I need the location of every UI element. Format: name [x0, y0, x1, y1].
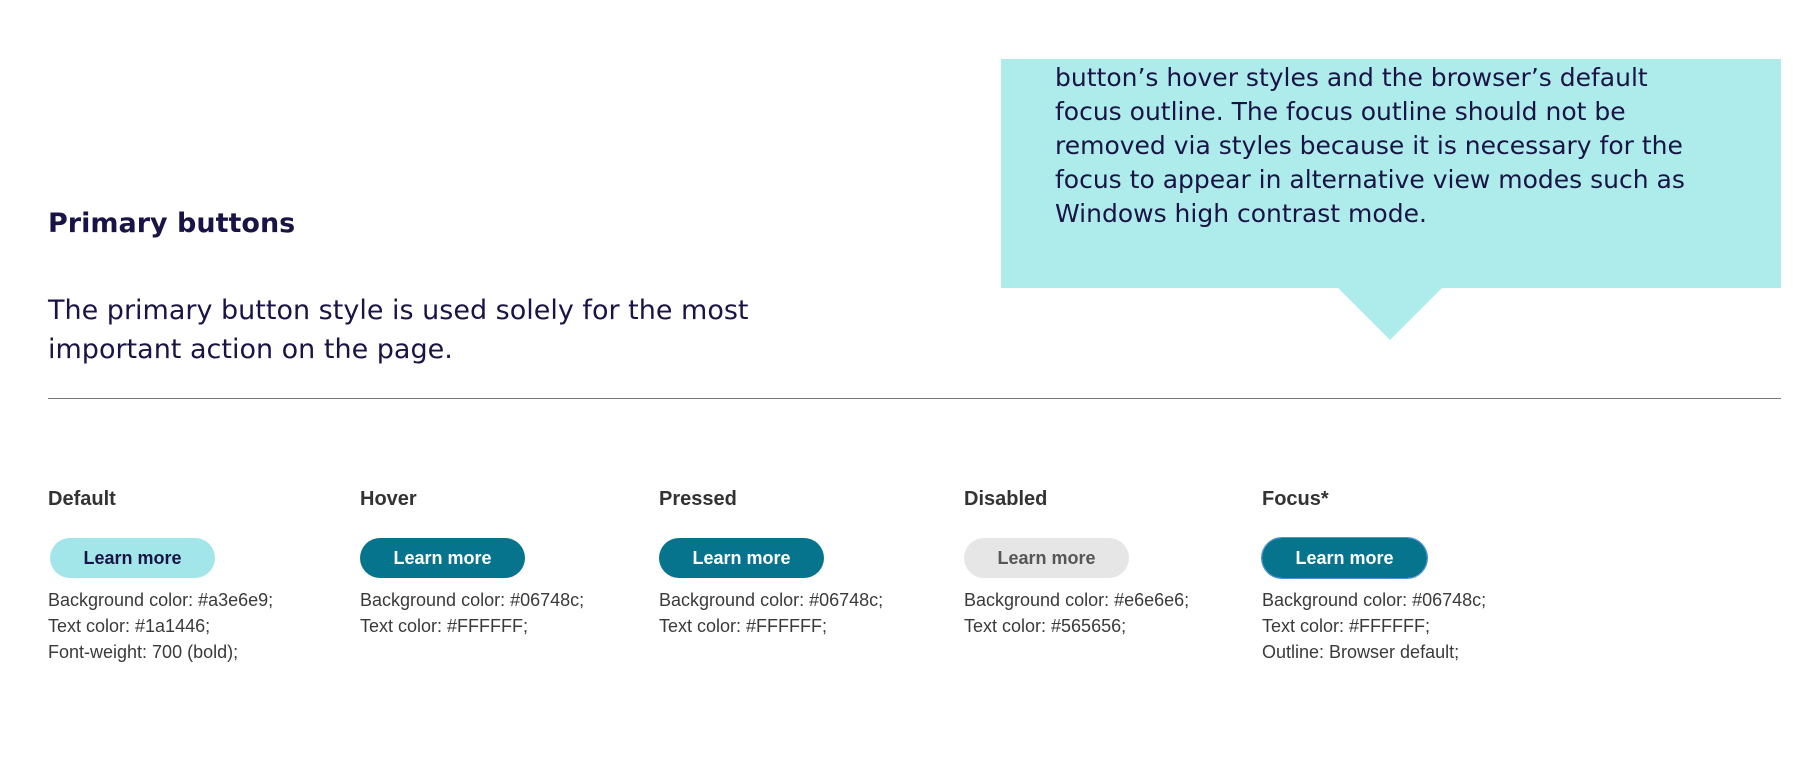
- spec-background: Background color: #a3e6e9;: [48, 590, 274, 610]
- spec-list: Background color: #a3e6e9; Text color: #…: [48, 587, 273, 665]
- spec-font-weight: Font-weight: 700 (bold);: [48, 642, 239, 662]
- callout-line: removed via styles because it is necessa…: [1055, 131, 1683, 160]
- learn-more-button-pressed[interactable]: Learn more: [659, 538, 824, 578]
- variant-label: Default: [48, 488, 116, 510]
- callout-pointer: [1337, 287, 1443, 340]
- description-line: important action on the page.: [48, 334, 453, 365]
- spec-list: Background color: #e6e6e6; Text color: #…: [964, 587, 1189, 639]
- variant-focus: Focus* Learn more Background color: #067…: [1261, 485, 1486, 665]
- section-description: The primary button style is used solely …: [48, 291, 778, 369]
- variant-hover: Hover Learn more Background color: #0674…: [360, 485, 584, 639]
- variant-disabled: Disabled Learn more Background color: #e…: [964, 485, 1189, 639]
- learn-more-button-default[interactable]: Learn more: [50, 538, 215, 578]
- spec-text-color: Text color: #565656;: [964, 616, 1127, 636]
- learn-more-button-disabled: Learn more: [964, 538, 1129, 578]
- variant-label: Pressed: [659, 488, 737, 510]
- learn-more-button-hover[interactable]: Learn more: [360, 538, 525, 578]
- spec-background: Background color: #e6e6e6;: [964, 590, 1190, 610]
- spec-text-color: Text color: #FFFFFF;: [1262, 616, 1431, 636]
- callout-text: button’s hover styles and the browser’s …: [1055, 61, 1755, 231]
- spec-text-color: Text color: #FFFFFF;: [659, 616, 828, 636]
- description-line: The primary button style is used solely …: [48, 295, 749, 326]
- variant-pressed: Pressed Learn more Background color: #06…: [659, 485, 883, 639]
- learn-more-button-focus[interactable]: Learn more: [1261, 537, 1428, 579]
- spec-text-color: Text color: #FFFFFF;: [360, 616, 529, 636]
- spec-list: Background color: #06748c; Text color: #…: [1262, 587, 1486, 665]
- variant-default: Default Learn more Background color: #a3…: [48, 485, 273, 665]
- callout-line: focus outline. The focus outline should …: [1055, 97, 1626, 126]
- spec-text-color: Text color: #1a1446;: [48, 616, 211, 636]
- spec-list: Background color: #06748c; Text color: #…: [659, 587, 883, 639]
- spec-list: Background color: #06748c; Text color: #…: [360, 587, 584, 639]
- variant-label: Hover: [360, 488, 417, 510]
- section-title: Primary buttons: [48, 208, 296, 239]
- spec-background: Background color: #06748c;: [1262, 590, 1487, 610]
- spec-background: Background color: #06748c;: [360, 590, 585, 610]
- callout-line: button’s hover styles and the browser’s …: [1055, 63, 1648, 92]
- variant-label: Disabled: [964, 488, 1048, 510]
- variant-label: Focus*: [1262, 488, 1329, 510]
- spec-outline: Outline: Browser default;: [1262, 642, 1460, 662]
- callout-line: Windows high contrast mode.: [1055, 199, 1427, 228]
- callout-line: focus to appear in alternative view mode…: [1055, 165, 1685, 194]
- section-divider: [48, 398, 1781, 399]
- spec-background: Background color: #06748c;: [659, 590, 884, 610]
